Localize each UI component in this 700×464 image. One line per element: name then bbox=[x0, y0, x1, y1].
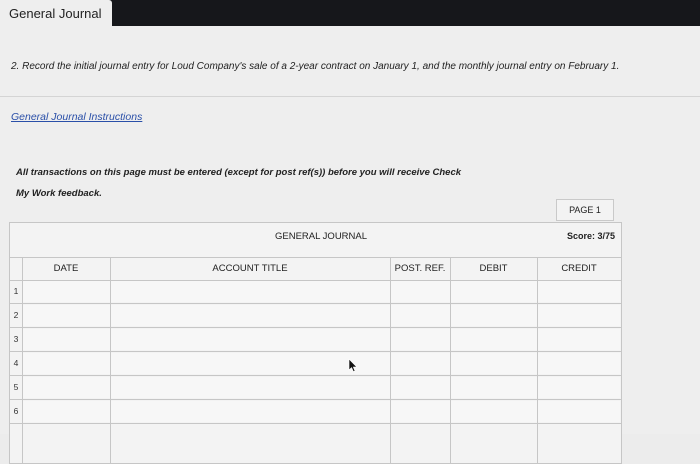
table-row: 3 bbox=[10, 328, 621, 352]
account-title-input[interactable] bbox=[111, 329, 390, 350]
column-divider bbox=[390, 257, 391, 463]
credit-input[interactable] bbox=[538, 305, 620, 326]
debit-input[interactable] bbox=[451, 377, 537, 398]
post-ref-input[interactable] bbox=[391, 353, 450, 374]
debit-input[interactable] bbox=[451, 329, 537, 350]
column-header-credit: CREDIT bbox=[561, 263, 597, 274]
table-row: 1 bbox=[10, 280, 621, 304]
post-ref-input[interactable] bbox=[391, 329, 450, 350]
account-title-input[interactable] bbox=[111, 305, 390, 326]
debit-input[interactable] bbox=[451, 353, 537, 374]
general-journal-instructions-link[interactable]: General Journal Instructions bbox=[11, 111, 142, 123]
page-number-label: PAGE 1 bbox=[556, 199, 614, 221]
column-divider bbox=[450, 257, 451, 463]
title-bar: General Journal bbox=[0, 0, 700, 28]
debit-input[interactable] bbox=[451, 401, 537, 422]
column-header-post-ref: POST. REF. bbox=[394, 263, 446, 274]
general-journal-table: GENERAL JOURNAL Score: 3/75 DATE ACCOUNT… bbox=[9, 222, 622, 464]
date-input[interactable] bbox=[23, 305, 110, 326]
debit-input[interactable] bbox=[451, 305, 537, 326]
table-row: 5 bbox=[10, 376, 621, 400]
credit-input[interactable] bbox=[538, 329, 620, 350]
post-ref-input[interactable] bbox=[391, 281, 450, 302]
mouse-pointer-icon bbox=[348, 359, 358, 372]
date-input[interactable] bbox=[23, 329, 110, 350]
credit-input[interactable] bbox=[538, 401, 620, 422]
check-work-notice: All transactions on this page must be en… bbox=[16, 162, 536, 204]
column-header-debit: DEBIT bbox=[479, 263, 508, 274]
row-number: 5 bbox=[13, 382, 19, 392]
notice-line-1: All transactions on this page must be en… bbox=[16, 167, 462, 178]
window-tab[interactable]: General Journal bbox=[0, 0, 112, 28]
column-divider bbox=[537, 257, 538, 463]
section-divider bbox=[0, 96, 700, 97]
question-text: 2. Record the initial journal entry for … bbox=[11, 61, 620, 72]
column-header-date: DATE bbox=[53, 263, 79, 274]
table-row: 4 bbox=[10, 352, 621, 376]
notice-line-2: My Work feedback. bbox=[16, 188, 102, 199]
post-ref-input[interactable] bbox=[391, 401, 450, 422]
date-input[interactable] bbox=[23, 353, 110, 374]
page-content: 2. Record the initial journal entry for … bbox=[0, 26, 700, 464]
row-number: 4 bbox=[13, 358, 19, 368]
journal-title: GENERAL JOURNAL bbox=[274, 231, 368, 242]
column-divider bbox=[22, 257, 23, 463]
row-number: 6 bbox=[13, 406, 19, 416]
date-input[interactable] bbox=[23, 377, 110, 398]
row-number: 1 bbox=[13, 286, 19, 296]
date-input[interactable] bbox=[23, 281, 110, 302]
score-label: Score: 3/75 bbox=[567, 231, 616, 241]
account-title-input[interactable] bbox=[111, 281, 390, 302]
debit-input[interactable] bbox=[451, 281, 537, 302]
post-ref-input[interactable] bbox=[391, 305, 450, 326]
column-header-account-title: ACCOUNT TITLE bbox=[212, 263, 288, 274]
journal-header-row: DATE ACCOUNT TITLE POST. REF. DEBIT CRED… bbox=[10, 257, 621, 281]
column-divider bbox=[110, 257, 111, 463]
table-row: 6 bbox=[10, 400, 621, 424]
credit-input[interactable] bbox=[538, 281, 620, 302]
date-input[interactable] bbox=[23, 401, 110, 422]
table-row: 2 bbox=[10, 304, 621, 328]
credit-input[interactable] bbox=[538, 353, 620, 374]
account-title-input[interactable] bbox=[111, 401, 390, 422]
row-number: 2 bbox=[13, 310, 19, 320]
row-number: 3 bbox=[13, 334, 19, 344]
window-title: General Journal bbox=[9, 6, 102, 21]
account-title-input[interactable] bbox=[111, 377, 390, 398]
credit-input[interactable] bbox=[538, 377, 620, 398]
post-ref-input[interactable] bbox=[391, 377, 450, 398]
